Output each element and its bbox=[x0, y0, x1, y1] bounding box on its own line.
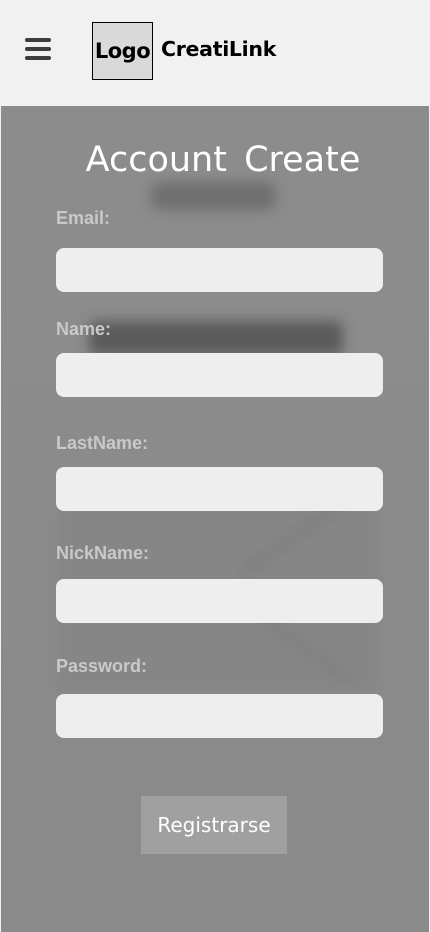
background-blur-decoration bbox=[89, 321, 343, 355]
nickname-label: NickName: bbox=[56, 543, 150, 563]
name-label: Name: bbox=[56, 319, 112, 339]
password-label: Password: bbox=[56, 656, 148, 676]
registration-form: Account Create Email: Name: LastName: Ni… bbox=[1, 106, 429, 932]
register-button[interactable]: Registrarse bbox=[141, 796, 287, 854]
top-header: Logo CreatiLink bbox=[0, 0, 430, 106]
page: Logo CreatiLink Account Create Email: Na… bbox=[0, 0, 430, 932]
hamburger-menu-icon[interactable] bbox=[22, 36, 54, 66]
form-title: Account Create bbox=[85, 140, 361, 180]
password-field[interactable] bbox=[56, 694, 383, 738]
lastname-label: LastName: bbox=[56, 433, 149, 453]
email-field[interactable] bbox=[56, 248, 383, 292]
lastname-field[interactable] bbox=[56, 467, 383, 511]
email-label: Email: bbox=[56, 208, 111, 228]
background-blur-decoration bbox=[151, 182, 276, 210]
brand-name: CreatiLink bbox=[161, 37, 277, 61]
name-field[interactable] bbox=[56, 353, 383, 397]
nickname-field[interactable] bbox=[56, 579, 383, 623]
logo[interactable]: Logo bbox=[92, 22, 153, 80]
